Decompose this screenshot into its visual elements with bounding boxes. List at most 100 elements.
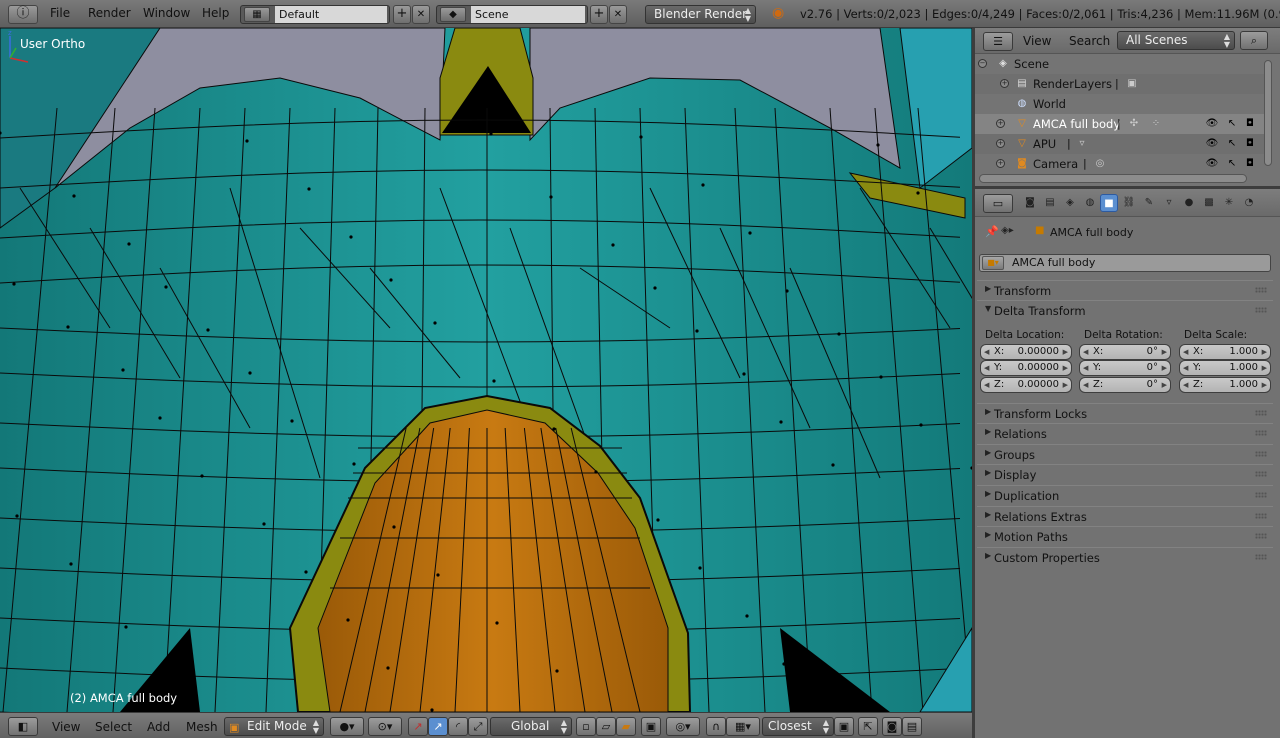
opengl-render-button[interactable]: ⇱ [858, 717, 878, 736]
screen-layout-field[interactable]: ▦ Default [240, 5, 390, 24]
rotate-manipulator-button[interactable]: ◜ [448, 717, 468, 736]
outliner-row[interactable]: + ◙ Camera | ◎ 👁 ↖ ◘ [975, 154, 1265, 174]
drag-grip-icon[interactable] [1255, 492, 1267, 498]
outliner-filter-dropdown[interactable]: All Scenes ▲ ▼ [1117, 31, 1235, 50]
delta-location-x-field[interactable]: ◀ X: 0.00000 ▶ [980, 344, 1072, 360]
outliner-row[interactable]: + ▽ AMCA full body | ✣ ⁘ 👁 ↖ ◘ [975, 114, 1265, 134]
snap-element-button[interactable]: ▦▾ [726, 717, 760, 736]
render-camera-icon[interactable]: ◘ [1243, 157, 1257, 171]
decrement-arrow-icon[interactable]: ◀ [1183, 361, 1188, 375]
select-cursor-icon[interactable]: ↖ [1225, 157, 1239, 171]
delta-scale-z-field[interactable]: ◀ Z: 1.000 ▶ [1179, 377, 1271, 393]
increment-arrow-icon[interactable]: ▶ [1262, 378, 1267, 392]
panel-transform-locks[interactable]: ▶ Transform Locks [977, 403, 1273, 422]
object-name-field[interactable]: ■▾ AMCA full body [979, 254, 1271, 272]
menu-render[interactable]: Render [88, 6, 131, 20]
select-cursor-icon[interactable]: ↖ [1225, 137, 1239, 151]
decrement-arrow-icon[interactable]: ◀ [1083, 378, 1088, 392]
outliner-menu-view[interactable]: View [1023, 34, 1051, 48]
panel-groups[interactable]: ▶ Groups [977, 444, 1273, 463]
decrement-arrow-icon[interactable]: ◀ [1183, 378, 1188, 392]
render-engine-dropdown[interactable]: Blender Render ▲ ▼ [645, 5, 756, 24]
pin-icon[interactable]: 📌 [985, 225, 999, 238]
tab-render-layers[interactable]: ▤ [1041, 194, 1059, 212]
snap-target-dropdown[interactable]: Closest ▲ ▼ [762, 717, 834, 736]
tab-material[interactable]: ● [1180, 194, 1198, 212]
editor-type-button[interactable]: ⓘ [8, 5, 38, 24]
editor-type-button[interactable]: ◧ [8, 717, 38, 736]
menu-window[interactable]: Window [143, 6, 190, 20]
menu-view[interactable]: View [52, 720, 80, 734]
expand-icon[interactable]: + [996, 159, 1005, 168]
increment-arrow-icon[interactable]: ▶ [1162, 361, 1167, 375]
drag-grip-icon[interactable] [1255, 533, 1267, 539]
visibility-eye-icon[interactable]: 👁 [1205, 137, 1219, 151]
manipulator-toggle[interactable]: ↗ [408, 717, 428, 736]
scale-manipulator-button[interactable]: ⤢ [468, 717, 488, 736]
render-image-button[interactable]: ◙ [882, 717, 902, 736]
increment-arrow-icon[interactable]: ▶ [1262, 361, 1267, 375]
select-cursor-icon[interactable]: ↖ [1225, 117, 1239, 131]
render-camera-icon[interactable]: ◘ [1243, 137, 1257, 151]
collapse-icon[interactable]: − [978, 59, 987, 68]
render-camera-icon[interactable]: ◘ [1243, 117, 1257, 131]
mode-dropdown[interactable]: ▣ Edit Mode ▲ ▼ [224, 717, 324, 736]
menu-mesh[interactable]: Mesh [186, 720, 218, 734]
outliner-row[interactable]: + ▽ APU | ▿ 👁 ↖ ◘ [975, 134, 1265, 154]
render-animation-button[interactable]: ▤ [902, 717, 922, 736]
panel-display[interactable]: ▶ Display [977, 464, 1273, 483]
tab-texture[interactable]: ▩ [1200, 194, 1218, 212]
snap-toggle[interactable]: ∩ [706, 717, 726, 736]
proportional-edit-button[interactable]: ◎▾ [666, 717, 700, 736]
drag-grip-icon[interactable] [1255, 287, 1267, 293]
menu-help[interactable]: Help [202, 6, 229, 20]
screen-layout-value[interactable]: Default [275, 6, 387, 23]
tab-constraints[interactable]: ⛓ [1120, 194, 1138, 212]
outliner-row[interactable]: ◍ World [975, 94, 1265, 114]
outliner-row[interactable]: + ▤ RenderLayers | ▣ [975, 74, 1265, 94]
tab-scene[interactable]: ◈ [1061, 194, 1079, 212]
expand-icon[interactable]: + [1000, 79, 1009, 88]
delta-location-y-field[interactable]: ◀ Y: 0.00000 ▶ [980, 360, 1072, 376]
drag-grip-icon[interactable] [1255, 430, 1267, 436]
menu-file[interactable]: File [50, 6, 70, 20]
tab-world[interactable]: ◍ [1081, 194, 1099, 212]
drag-grip-icon[interactable] [1255, 513, 1267, 519]
decrement-arrow-icon[interactable]: ◀ [1183, 345, 1188, 359]
tab-object[interactable]: ■ [1100, 194, 1118, 212]
delta-scale-x-field[interactable]: ◀ X: 1.000 ▶ [1179, 344, 1271, 360]
decrement-arrow-icon[interactable]: ◀ [1083, 345, 1088, 359]
drag-grip-icon[interactable] [1255, 554, 1267, 560]
delta-rotation-x-field[interactable]: ◀ X: 0° ▶ [1079, 344, 1171, 360]
edge-select-button[interactable]: ▱ [596, 717, 616, 736]
scene-icon[interactable]: ◆ [440, 7, 466, 22]
add-scene-button[interactable]: + [590, 5, 608, 24]
viewport-shading-button[interactable]: ●▾ [330, 717, 364, 736]
expand-icon[interactable]: + [996, 119, 1005, 128]
drag-grip-icon[interactable] [1255, 451, 1267, 457]
delta-location-z-field[interactable]: ◀ Z: 0.00000 ▶ [980, 377, 1072, 393]
vertex-select-button[interactable]: ▫ [576, 717, 596, 736]
outliner-horizontal-scrollbar[interactable] [979, 174, 1247, 183]
editor-type-button[interactable]: ▭ [983, 194, 1013, 213]
visibility-eye-icon[interactable]: 👁 [1205, 157, 1219, 171]
menu-select[interactable]: Select [95, 720, 132, 734]
scene-field[interactable]: ◆ Scene [436, 5, 588, 24]
outliner-search-button[interactable]: ⌕ [1240, 31, 1268, 50]
decrement-arrow-icon[interactable]: ◀ [984, 378, 989, 392]
expand-icon[interactable]: + [996, 139, 1005, 148]
increment-arrow-icon[interactable]: ▶ [1063, 345, 1068, 359]
outliner-row[interactable]: − ◈ Scene [975, 54, 1265, 74]
panel-duplication[interactable]: ▶ Duplication [977, 485, 1273, 504]
drag-grip-icon[interactable] [1255, 471, 1267, 477]
drag-grip-icon[interactable] [1255, 410, 1267, 416]
tab-modifiers[interactable]: ✎ [1140, 194, 1158, 212]
decrement-arrow-icon[interactable]: ◀ [984, 361, 989, 375]
decrement-arrow-icon[interactable]: ◀ [1083, 361, 1088, 375]
panel-motion-paths[interactable]: ▶ Motion Paths [977, 526, 1273, 545]
delta-scale-y-field[interactable]: ◀ Y: 1.000 ▶ [1179, 360, 1271, 376]
tab-physics[interactable]: ◔ [1240, 194, 1258, 212]
panel-transform[interactable]: ▶ Transform [977, 280, 1273, 299]
tab-render[interactable]: ◙ [1021, 194, 1039, 212]
transform-orientation-dropdown[interactable]: Global ▲ ▼ [490, 717, 572, 736]
